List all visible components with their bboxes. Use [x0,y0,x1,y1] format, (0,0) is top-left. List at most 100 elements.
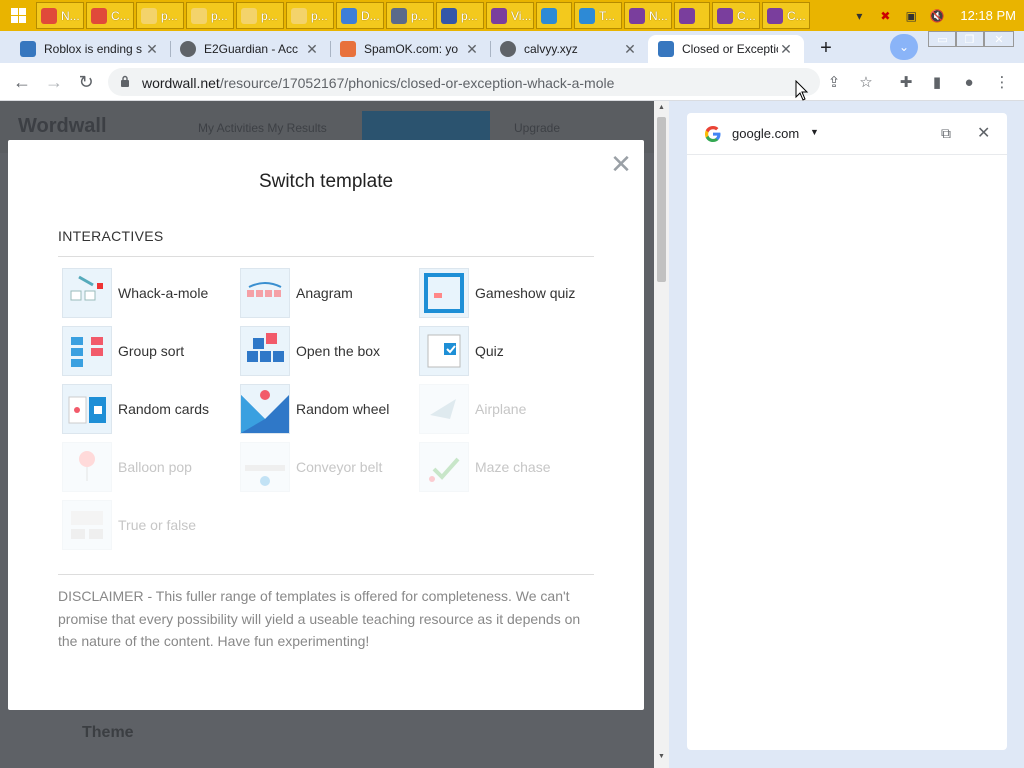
address-bar[interactable]: wordwall.net/resource/17052167/phonics/c… [108,68,820,96]
taskbar-item-label: p... [211,8,228,23]
close-tab-icon[interactable]: ✕ [464,41,480,58]
create-activity-button[interactable] [362,111,490,143]
wordwall-icon [20,41,36,57]
template-thumbnail-icon [419,442,469,492]
url-host: wordwall.net [142,75,220,91]
more-menu-icon[interactable]: ⋮ [993,73,1011,91]
taskbar-item[interactable]: p... [436,2,484,29]
chevron-down-icon[interactable]: ▾ [851,8,867,24]
dropdown-caret-icon[interactable]: ▼ [810,127,819,137]
side-panel-icon[interactable]: ▮ [928,73,946,91]
folder-icon [141,7,157,24]
taskbar-item[interactable]: p... [136,2,184,29]
template-option[interactable]: Gameshow quiz [419,267,575,319]
scroll-down-arrow-icon[interactable]: ▼ [657,753,666,763]
taskbar-item[interactable]: N... [36,2,84,29]
windows-logo-icon [10,8,26,23]
tab-title: SpamOK.com: yo [364,42,459,56]
close-tab-icon[interactable]: ✕ [778,41,794,58]
page-scrollbar[interactable]: ▲ ▼ [654,101,669,768]
taskbar-item[interactable]: p... [236,2,284,29]
wordwall-icon [658,41,674,57]
template-option[interactable]: Anagram [240,267,353,319]
mouse-pointer-icon [795,80,809,101]
template-name: Airplane [475,401,527,417]
clock[interactable]: 12:18 PM [960,8,1016,23]
scrollbar-thumb[interactable] [657,117,666,282]
template-thumbnail-icon [240,326,290,376]
upgrade-link[interactable]: Upgrade [514,121,560,135]
back-button[interactable]: ← [10,70,34,94]
theme-heading: Theme [82,724,134,741]
template-name: Open the box [296,343,381,359]
browser-tab[interactable]: E2Guardian - Acc ✕ [170,35,330,63]
taskbar-item-label: C... [111,8,130,23]
windows-taskbar: N... C... p... p... p... p... D... p... p... Vi..… [0,0,1024,31]
scroll-up-arrow-icon[interactable]: ▲ [657,104,666,114]
app-icon [629,7,645,24]
close-tab-icon[interactable]: ✕ [622,41,638,58]
template-option[interactable]: Quiz [419,325,504,377]
extensions-puzzle-icon[interactable]: ✚ [897,73,915,91]
bookmark-star-icon[interactable]: ☆ [857,73,875,91]
globe-icon [180,41,196,57]
template-option[interactable]: Whack-a-mole [62,267,208,319]
taskbar-item[interactable]: C... [712,2,760,29]
reload-button[interactable]: ↻ [74,70,98,94]
profile-avatar-icon[interactable]: ● [960,73,978,91]
volume-muted-icon[interactable]: 🔇 [929,8,945,24]
folder-icon [241,7,257,24]
template-name: True or false [118,517,197,533]
template-name: Anagram [296,285,353,301]
folder-icon [291,7,307,24]
template-thumbnail-icon [62,384,112,434]
app-icon [679,7,695,24]
template-thumbnail-icon [62,268,112,318]
side-panel-site[interactable]: google.com [732,126,799,141]
lock-icon [121,75,129,87]
forward-button[interactable]: → [42,70,66,94]
close-window-button[interactable]: ✕ [984,31,1014,47]
browser-tab[interactable]: SpamOK.com: yo ✕ [330,35,490,63]
minimize-button[interactable]: ▭ [928,31,957,47]
close-tab-icon[interactable]: ✕ [144,41,160,58]
taskbar-item[interactable] [536,2,572,29]
tab-active[interactable]: Closed or Exceptio ✕ [648,35,804,63]
template-option[interactable]: Open the box [240,325,380,377]
taskbar-item[interactable]: p... [286,2,334,29]
taskbar-item[interactable]: p... [386,2,434,29]
share-icon[interactable]: ⇪ [825,73,843,91]
browser-tab[interactable]: calvyy.xyz ✕ [490,35,648,63]
taskbar-item[interactable]: D... [336,2,384,29]
page-content: Wordwall My Activities My Results Upgrad… [0,101,669,768]
taskbar-item[interactable]: N... [624,2,672,29]
tab-search-button[interactable]: ⌄ [890,34,918,60]
browser-tab[interactable]: Roblox is ending s ✕ [10,35,170,63]
site-nav[interactable]: My Activities My Results [198,121,327,135]
restore-button[interactable]: ❐ [955,31,984,47]
folder-icon [191,7,207,24]
taskbar-item[interactable]: C... [86,2,134,29]
security-alert-icon[interactable]: ✖ [877,8,893,24]
close-tab-icon[interactable]: ✕ [304,41,320,58]
template-option[interactable]: Group sort [62,325,184,377]
taskbar-item[interactable]: T... [574,2,622,29]
close-side-panel-icon[interactable]: ✕ [977,123,990,143]
taskbar-item[interactable]: C... [762,2,810,29]
template-option[interactable]: Random wheel [240,383,389,435]
open-in-new-tab-icon[interactable]: ⧉ [941,125,951,142]
new-tab-button[interactable]: + [812,36,840,60]
template-option: Maze chase [419,441,550,493]
network-icon[interactable]: ▣ [903,8,919,24]
template-option[interactable]: Random cards [62,383,209,435]
side-panel-header: google.com ▼ ⧉ ✕ [687,113,1007,155]
template-name: Whack-a-mole [118,285,209,301]
start-button[interactable] [0,0,36,31]
taskbar-item[interactable] [674,2,710,29]
app-icon [491,7,507,24]
taskbar-item[interactable]: p... [186,2,234,29]
template-name: Gameshow quiz [475,285,576,301]
wordwall-logo[interactable]: Wordwall [18,115,107,138]
taskbar-item[interactable]: Vi... [486,2,534,29]
template-thumbnail-icon [62,500,112,550]
